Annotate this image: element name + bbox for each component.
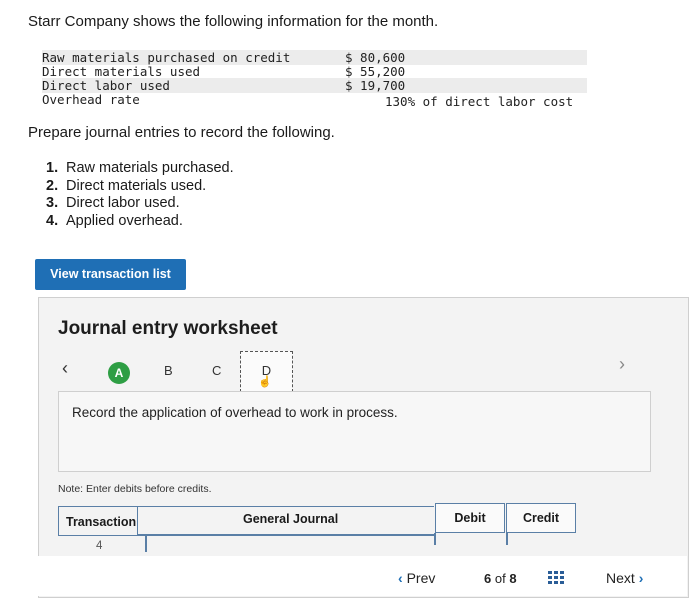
info-amount: $ 80,600 (345, 50, 406, 65)
credit-header: Credit (506, 503, 576, 533)
list-item: 3. Direct labor used. (46, 195, 180, 211)
chevron-left-icon: ‹ (398, 570, 403, 586)
total-pages: 8 (509, 571, 517, 586)
footer-bar (38, 556, 687, 596)
intro-text: Starr Company shows the following inform… (28, 13, 439, 30)
hand-cursor-icon: ☝ (258, 376, 272, 388)
instruction-text: Record the application of overhead to wo… (72, 405, 398, 420)
current-page: 6 (484, 571, 492, 586)
view-transaction-list-button[interactable]: View transaction list (35, 259, 186, 290)
transaction-header: Transaction (58, 506, 138, 536)
instruction-box (58, 391, 651, 472)
step-c-tab[interactable]: C (212, 363, 221, 378)
info-label: Raw materials purchased on credit (42, 50, 291, 65)
info-row-direct-labor: Direct labor used $ 19,700 (42, 78, 587, 93)
column-divider (145, 536, 147, 552)
task-list: 1. Raw materials purchased. 2. Direct mate… (46, 160, 234, 230)
prev-label: Prev (406, 570, 436, 586)
page-of: of (494, 571, 506, 586)
info-amount: $ 19,700 (345, 78, 406, 93)
debit-header: Debit (435, 503, 505, 533)
general-journal-header: General Journal (138, 506, 434, 536)
column-divider (434, 533, 436, 545)
list-item: 4. Applied overhead. (46, 212, 183, 229)
chevron-right-icon: › (638, 570, 644, 586)
column-divider (506, 533, 508, 545)
info-amount: $ 55,200 (345, 64, 406, 79)
prev-button[interactable]: ‹ Prev (398, 570, 435, 586)
list-item: 2. Direct materials used. (46, 177, 207, 194)
info-label: Direct materials used (42, 64, 201, 79)
overhead-rate-value: 130% of direct labor cost (385, 94, 574, 109)
prepare-instruction: Prepare journal entries to record the fo… (28, 124, 335, 141)
next-label: Next (606, 570, 635, 586)
note-text: Note: Enter debits before credits. (58, 483, 212, 495)
list-item: 1. Raw materials purchased. (46, 160, 234, 176)
worksheet-title: Journal entry worksheet (58, 318, 278, 339)
transaction-number: 4 (96, 540, 103, 552)
step-a-tab[interactable]: A (108, 362, 130, 384)
info-row-raw-materials: Raw materials purchased on credit $ 80,6… (42, 50, 587, 65)
chevron-left-icon[interactable]: ‹ (62, 358, 68, 379)
step-b-tab[interactable]: B (164, 363, 173, 378)
step-d-tab[interactable]: D ☝ (240, 351, 293, 392)
info-label: Direct labor used (42, 78, 170, 93)
page-indicator: 6 of 8 (484, 571, 517, 586)
grid-icon[interactable] (548, 571, 564, 585)
next-button[interactable]: Next › (606, 570, 643, 586)
chevron-right-icon[interactable]: › (619, 354, 625, 375)
info-label: Overhead rate (42, 92, 140, 107)
